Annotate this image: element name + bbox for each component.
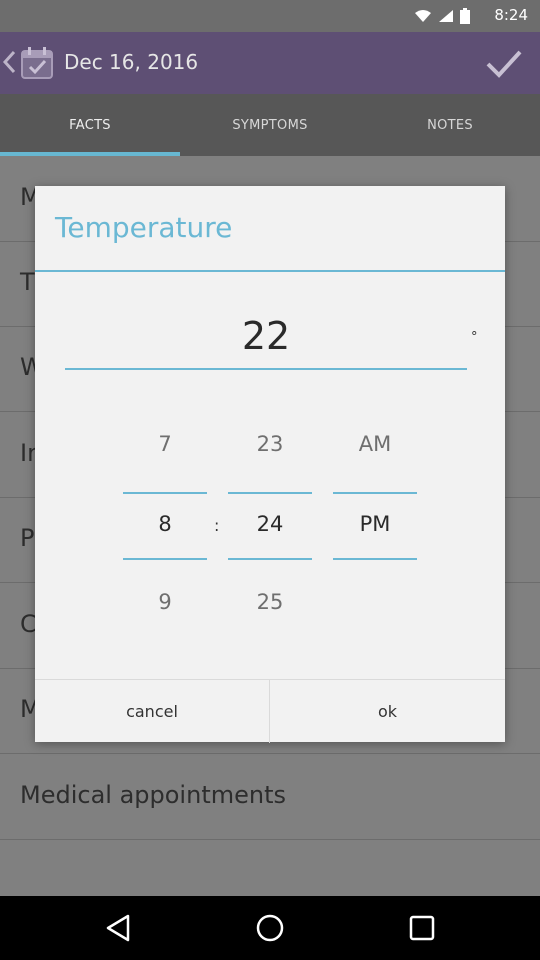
- list-item-label: P: [20, 524, 35, 552]
- degree-symbol: °: [471, 330, 478, 345]
- minute-current-value[interactable]: 24: [228, 512, 312, 536]
- nav-recents-icon[interactable]: [406, 912, 438, 944]
- hour-picker[interactable]: 7 8 9: [123, 416, 207, 626]
- dialog-title: Temperature: [55, 211, 233, 244]
- minute-picker-top-line: [228, 492, 312, 494]
- hour-picker-bottom-line: [123, 558, 207, 560]
- status-icons: [414, 8, 470, 24]
- list-item-label: Medical appointments: [20, 781, 286, 809]
- tab-notes-label: NOTES: [427, 117, 473, 133]
- time-separator: :: [214, 516, 220, 535]
- ampm-picker[interactable]: AM PM: [333, 416, 417, 626]
- nav-home-icon[interactable]: [254, 912, 286, 944]
- wifi-icon: [415, 10, 431, 22]
- ampm-prev-value[interactable]: AM: [333, 432, 417, 456]
- tab-symptoms[interactable]: SYMPTOMS: [180, 94, 360, 156]
- status-time: 8:24: [494, 6, 528, 24]
- minute-prev-value[interactable]: 23: [228, 432, 312, 456]
- list-item-medical-appointments[interactable]: Medical appointments: [0, 754, 540, 840]
- hour-prev-value[interactable]: 7: [123, 432, 207, 456]
- list-item-label: T: [20, 268, 35, 296]
- back-icon[interactable]: [2, 50, 16, 74]
- minute-next-value[interactable]: 25: [228, 590, 312, 614]
- hour-picker-top-line: [123, 492, 207, 494]
- nav-back-icon[interactable]: [102, 912, 134, 944]
- check-icon[interactable]: [484, 46, 524, 80]
- minute-picker-bottom-line: [228, 558, 312, 560]
- dialog-footer: cancel ok: [35, 679, 505, 743]
- app-bar-date[interactable]: Dec 16, 2016: [64, 50, 198, 74]
- tab-notes[interactable]: NOTES: [360, 94, 540, 156]
- ok-button[interactable]: ok: [270, 680, 505, 743]
- tab-facts[interactable]: FACTS: [0, 94, 180, 156]
- app-bar: Dec 16, 2016: [0, 32, 540, 94]
- signal-icon: [439, 10, 453, 22]
- calendar-icon[interactable]: [20, 46, 54, 80]
- cancel-button[interactable]: cancel: [35, 680, 270, 743]
- battery-icon: [460, 8, 470, 24]
- minute-picker[interactable]: 23 24 25: [228, 416, 312, 626]
- hour-next-value[interactable]: 9: [123, 590, 207, 614]
- ampm-current-value[interactable]: PM: [333, 512, 417, 536]
- temperature-dialog: Temperature 22 ° 7 8 9 : 23 24 25 AM PM …: [35, 186, 505, 743]
- tab-bar: FACTS SYMPTOMS NOTES: [0, 94, 540, 156]
- dialog-title-divider: [35, 270, 505, 272]
- navigation-bar: [0, 896, 540, 960]
- hour-current-value[interactable]: 8: [123, 512, 207, 536]
- status-bar: 8:24: [0, 0, 540, 32]
- ampm-picker-bottom-line: [333, 558, 417, 560]
- tab-symptoms-label: SYMPTOMS: [232, 117, 308, 133]
- temperature-value-field[interactable]: 22: [65, 312, 467, 370]
- ampm-picker-top-line: [333, 492, 417, 494]
- tab-facts-label: FACTS: [69, 117, 111, 133]
